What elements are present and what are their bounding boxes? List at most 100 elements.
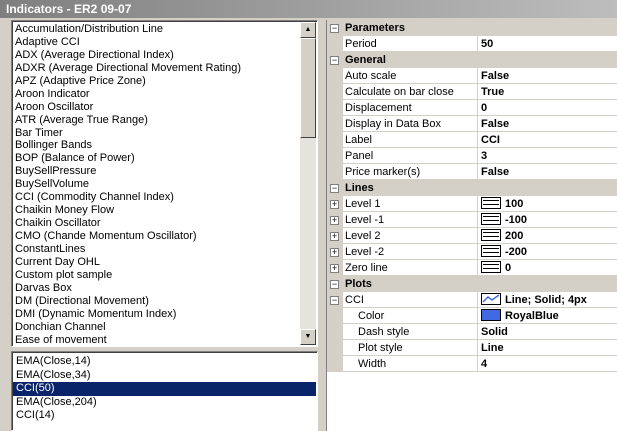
- indicator-list-item[interactable]: DM (Directional Movement): [15, 295, 305, 308]
- property-level-minus-1[interactable]: + Level -1 -100: [327, 212, 617, 228]
- property-plot-cci[interactable]: − CCI Line; Solid; 4px: [327, 292, 617, 308]
- property-value[interactable]: 100: [479, 196, 617, 212]
- property-color[interactable]: Color RoyalBlue: [327, 308, 617, 324]
- property-level-2[interactable]: + Level 2 200: [327, 228, 617, 244]
- collapse-icon[interactable]: −: [330, 56, 339, 65]
- indicator-list-item[interactable]: Aroon Oscillator: [15, 101, 305, 114]
- property-calculate-on-bar-close[interactable]: Calculate on bar close True: [327, 84, 617, 100]
- property-name: Dash style: [344, 324, 478, 340]
- property-display-in-data-box[interactable]: Display in Data Box False: [327, 116, 617, 132]
- collapse-icon[interactable]: −: [330, 296, 339, 305]
- property-value[interactable]: -100: [479, 212, 617, 228]
- collapse-icon[interactable]: −: [330, 184, 339, 193]
- indicator-list-item[interactable]: Darvas Box: [15, 282, 305, 295]
- property-value[interactable]: False: [479, 116, 617, 132]
- property-name: Level -2: [344, 244, 478, 260]
- applied-indicator-item[interactable]: EMA(Close,34): [13, 369, 316, 383]
- property-value[interactable]: 0: [479, 100, 617, 116]
- scroll-down-button[interactable]: ▼: [300, 329, 316, 345]
- property-panel[interactable]: Panel 3: [327, 148, 617, 164]
- property-value[interactable]: 3: [479, 148, 617, 164]
- category-parameters[interactable]: − Parameters: [327, 20, 617, 36]
- indicator-list-item[interactable]: Current Day OHL: [15, 256, 305, 269]
- indicator-list-item[interactable]: APZ (Adaptive Price Zone): [15, 75, 305, 88]
- indicator-list-item[interactable]: Donchian Channel: [15, 321, 305, 334]
- row-gutter: −: [327, 180, 343, 196]
- property-value-text: 100: [505, 198, 524, 210]
- indicator-list-item[interactable]: Custom plot sample: [15, 269, 305, 282]
- scroll-thumb[interactable]: [300, 38, 316, 138]
- indicator-list-item[interactable]: ConstantLines: [15, 243, 305, 256]
- category-general[interactable]: − General: [327, 52, 617, 68]
- indicator-list-scrollbar[interactable]: ▲ ▼: [300, 22, 316, 345]
- property-value[interactable]: True: [479, 84, 617, 100]
- property-width[interactable]: Width 4: [327, 356, 617, 372]
- property-value[interactable]: False: [479, 164, 617, 180]
- property-plot-style[interactable]: Plot style Line: [327, 340, 617, 356]
- property-value[interactable]: Solid: [479, 324, 617, 340]
- scroll-up-button[interactable]: ▲: [300, 22, 316, 38]
- indicator-list-item[interactable]: Adaptive CCI: [15, 36, 305, 49]
- property-name: Period: [344, 36, 478, 52]
- property-value[interactable]: Line; Solid; 4px: [479, 292, 617, 308]
- indicator-list-item[interactable]: Ease of movement: [15, 334, 305, 347]
- expand-icon[interactable]: +: [330, 264, 339, 273]
- property-value[interactable]: Line: [479, 340, 617, 356]
- indicator-list-item[interactable]: Chaikin Money Flow: [15, 204, 305, 217]
- property-value[interactable]: 0: [479, 260, 617, 276]
- property-label[interactable]: Label CCI: [327, 132, 617, 148]
- property-value[interactable]: 4: [479, 356, 617, 372]
- indicator-list[interactable]: Accumulation/Distribution Line Adaptive C…: [11, 20, 318, 347]
- row-gutter: −: [327, 292, 343, 308]
- property-auto-scale[interactable]: Auto scale False: [327, 68, 617, 84]
- property-value[interactable]: RoyalBlue: [479, 308, 617, 324]
- applied-indicator-item[interactable]: CCI(14): [13, 409, 316, 423]
- indicator-list-item[interactable]: ADX (Average Directional Index): [15, 49, 305, 62]
- applied-indicator-item[interactable]: CCI(50): [13, 382, 316, 396]
- property-value-text: 200: [505, 230, 524, 242]
- property-level-minus-2[interactable]: + Level -2 -200: [327, 244, 617, 260]
- applied-indicator-item[interactable]: EMA(Close,204): [13, 396, 316, 410]
- property-zero-line[interactable]: + Zero line 0: [327, 260, 617, 276]
- collapse-icon[interactable]: −: [330, 24, 339, 33]
- indicator-list-item[interactable]: BuySellPressure: [15, 165, 305, 178]
- indicator-list-item[interactable]: DMI (Dynamic Momentum Index): [15, 308, 305, 321]
- property-grid[interactable]: − Parameters Period 50 − General Auto sc…: [326, 20, 617, 431]
- category-plots[interactable]: − Plots: [327, 276, 617, 292]
- expand-icon[interactable]: +: [330, 200, 339, 209]
- property-value[interactable]: 200: [479, 228, 617, 244]
- expand-icon[interactable]: +: [330, 248, 339, 257]
- property-value-text: RoyalBlue: [505, 310, 559, 322]
- indicator-list-item[interactable]: Chaikin Oscillator: [15, 217, 305, 230]
- property-value[interactable]: CCI: [479, 132, 617, 148]
- property-value[interactable]: 50: [479, 36, 617, 52]
- property-price-markers[interactable]: Price marker(s) False: [327, 164, 617, 180]
- property-value[interactable]: -200: [479, 244, 617, 260]
- indicator-list-items: Accumulation/Distribution Line Adaptive C…: [15, 23, 305, 346]
- indicator-list-item[interactable]: ATR (Average True Range): [15, 114, 305, 127]
- indicator-list-item[interactable]: ADXR (Average Directional Movement Ratin…: [15, 62, 305, 75]
- indicator-list-item[interactable]: CMO (Chande Momentum Oscillator): [15, 230, 305, 243]
- indicator-list-item[interactable]: BuySellVolume: [15, 178, 305, 191]
- property-name: Zero line: [344, 260, 478, 276]
- applied-indicator-item[interactable]: EMA(Close,14): [13, 355, 316, 369]
- expand-icon[interactable]: +: [330, 216, 339, 225]
- expand-icon[interactable]: +: [330, 232, 339, 241]
- property-value-text: Line; Solid; 4px: [505, 294, 587, 306]
- property-displacement[interactable]: Displacement 0: [327, 100, 617, 116]
- indicator-list-item[interactable]: Aroon Indicator: [15, 88, 305, 101]
- property-name: CCI: [344, 292, 478, 308]
- property-dash-style[interactable]: Dash style Solid: [327, 324, 617, 340]
- indicator-list-item[interactable]: Accumulation/Distribution Line: [15, 23, 305, 36]
- line-style-icon: [481, 213, 501, 226]
- indicator-list-item[interactable]: Bollinger Bands: [15, 139, 305, 152]
- indicator-list-item[interactable]: CCI (Commodity Channel Index): [15, 191, 305, 204]
- category-lines[interactable]: − Lines: [327, 180, 617, 196]
- property-value[interactable]: False: [479, 68, 617, 84]
- indicator-list-item[interactable]: BOP (Balance of Power): [15, 152, 305, 165]
- indicator-list-item[interactable]: Bar Timer: [15, 127, 305, 140]
- property-level-1[interactable]: + Level 1 100: [327, 196, 617, 212]
- applied-indicator-list[interactable]: EMA(Close,14) EMA(Close,34) CCI(50) EMA(Clo…: [11, 351, 318, 431]
- property-period[interactable]: Period 50: [327, 36, 617, 52]
- collapse-icon[interactable]: −: [330, 280, 339, 289]
